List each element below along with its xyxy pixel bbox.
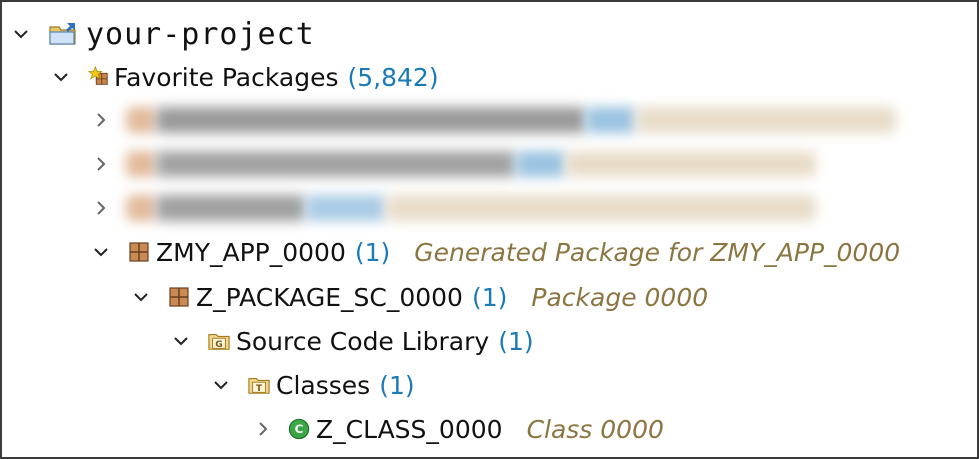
- z-package-label: Z_PACKAGE_SC_0000: [196, 282, 463, 312]
- svg-text:C: C: [295, 422, 304, 436]
- redacted-description: [386, 195, 816, 221]
- chevron-right-icon[interactable]: [252, 418, 274, 440]
- favorite-packages-count: (5,842): [347, 62, 439, 92]
- tree-row-source-code-library[interactable]: G Source Code Library (1): [170, 319, 534, 363]
- zmy-app-count: (1): [354, 237, 391, 267]
- project-explorer-tree: your-project Favorite Packages (5,842) Z…: [0, 0, 979, 459]
- zmy-app-description: Generated Package for ZMY_APP_0000: [414, 237, 901, 267]
- redacted-label: [156, 107, 586, 133]
- svg-text:G: G: [215, 339, 223, 350]
- zmy-app-label: ZMY_APP_0000: [156, 237, 346, 267]
- tree-row-zmy-app[interactable]: ZMY_APP_0000 (1) Generated Package for Z…: [90, 230, 900, 274]
- chevron-down-icon[interactable]: [10, 23, 32, 45]
- chevron-down-icon[interactable]: [210, 374, 232, 396]
- source-code-library-label: Source Code Library: [236, 326, 490, 356]
- chevron-down-icon[interactable]: [130, 286, 152, 308]
- package-icon: [128, 241, 150, 263]
- classes-t-folder-icon: T: [248, 374, 270, 396]
- chevron-down-icon[interactable]: [50, 66, 72, 88]
- redacted-description: [636, 107, 896, 133]
- project-folder-icon: [46, 23, 80, 45]
- classes-count: (1): [379, 370, 415, 400]
- classes-label: Classes: [276, 370, 371, 400]
- source-library-g-folder-icon: G: [208, 330, 230, 352]
- tree-row-redacted[interactable]: [90, 100, 896, 140]
- source-code-library-count: (1): [498, 326, 534, 356]
- favorite-packages-star-icon: [88, 65, 110, 88]
- z-package-count: (1): [471, 282, 508, 312]
- project-name: your-project: [86, 16, 315, 52]
- z-class-label: Z_CLASS_0000: [316, 414, 503, 444]
- tree-row-z-class[interactable]: C Z_CLASS_0000 Class 0000: [252, 407, 664, 451]
- redacted-description: [566, 151, 816, 177]
- redacted-icon: [126, 151, 156, 177]
- z-package-description: Package 0000: [531, 282, 709, 312]
- chevron-down-icon[interactable]: [170, 330, 192, 352]
- chevron-right-icon[interactable]: [90, 109, 112, 131]
- tree-row-redacted[interactable]: [90, 144, 816, 184]
- svg-text:T: T: [256, 383, 263, 394]
- favorite-packages-label: Favorite Packages: [114, 62, 339, 92]
- tree-row-redacted[interactable]: [90, 188, 816, 228]
- tree-row-favorite-packages[interactable]: Favorite Packages (5,842): [50, 55, 439, 99]
- redacted-count: [306, 195, 386, 221]
- redacted-label: [156, 195, 306, 221]
- redacted-count: [586, 107, 636, 133]
- redacted-icon: [126, 107, 156, 133]
- class-c-icon: C: [288, 418, 310, 440]
- chevron-down-icon[interactable]: [90, 241, 112, 263]
- z-class-description: Class 0000: [526, 414, 664, 444]
- tree-row-z-package[interactable]: Z_PACKAGE_SC_0000 (1) Package 0000: [130, 275, 708, 319]
- tree-row-project[interactable]: your-project: [10, 12, 315, 56]
- redacted-label: [156, 151, 516, 177]
- tree-row-classes[interactable]: T Classes (1): [210, 363, 415, 407]
- redacted-count: [516, 151, 566, 177]
- chevron-right-icon[interactable]: [90, 153, 112, 175]
- package-icon: [168, 286, 190, 308]
- chevron-right-icon[interactable]: [90, 197, 112, 219]
- redacted-icon: [126, 195, 156, 221]
